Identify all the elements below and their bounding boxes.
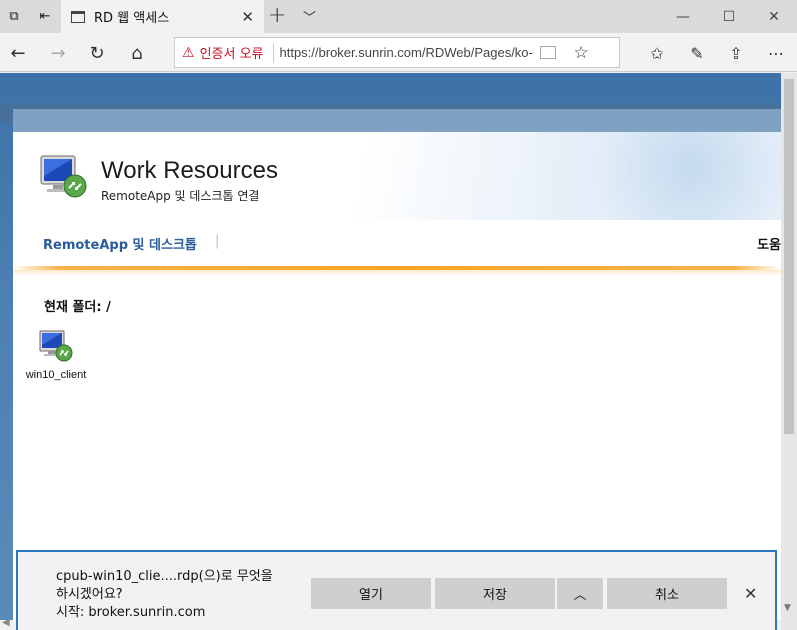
pen-icon[interactable]: ✎ — [683, 39, 711, 67]
rd-web-page: Work Resources RemoteApp 및 데스크톱 연결 Remot… — [13, 132, 781, 620]
window-close-icon[interactable]: ✕ — [751, 0, 797, 33]
remoteapp-desktops-link[interactable]: RemoteApp 및 데스크톱 — [43, 234, 197, 253]
scroll-down-icon[interactable]: ▼ — [784, 603, 791, 613]
download-message: cpub-win10_clie....rdp(으)로 무엇을 하시겠어요? 시작… — [56, 568, 306, 622]
favorite-star-icon[interactable]: ☆ — [574, 43, 589, 63]
page-nav: RemoteApp 및 데스크톱 | 도움 — [13, 220, 781, 266]
maximize-icon[interactable]: ☐ — [706, 0, 752, 33]
navigation-bar: ← → ↻ ⌂ ⚠ 인증서 오류 https://broker.sunrin.c… — [0, 33, 797, 72]
more-icon[interactable]: ⋯ — [762, 39, 790, 67]
forward-icon[interactable]: → — [44, 39, 72, 67]
tab-title: RD 웹 액세스 — [94, 11, 170, 26]
warning-icon[interactable]: ⚠ — [182, 45, 195, 61]
reading-view-icon[interactable] — [539, 46, 556, 59]
current-folder: 현재 폴더: / — [44, 300, 111, 315]
page-subtitle: RemoteApp 및 데스크톱 연결 — [101, 189, 260, 203]
favorites-icon[interactable]: ✩ — [643, 39, 671, 67]
url-text[interactable]: https://broker.sunrin.com/RDWeb/Pages/ko… — [280, 45, 534, 60]
save-button[interactable]: 저장 — [435, 578, 555, 609]
tab-bar: ⧉ ⇤ RD 웹 액세스 ✕ + ﹀ — ☐ ✕ — [0, 0, 797, 33]
resource-label[interactable]: win10_client — [26, 369, 87, 381]
save-options-chevron-icon[interactable]: ︿ — [557, 578, 603, 609]
remote-desktop-logo-icon — [40, 155, 87, 198]
refresh-icon[interactable]: ↻ — [83, 39, 111, 67]
page-title: Work Resources — [101, 157, 278, 184]
scroll-left-icon[interactable]: ◀ — [2, 617, 10, 628]
certificate-error[interactable]: 인증서 오류 — [200, 43, 264, 62]
download-source: 시작: broker.sunrin.com — [56, 605, 206, 620]
home-icon[interactable]: ⌂ — [123, 39, 151, 67]
globe-graphic — [481, 132, 781, 220]
tab-close-icon[interactable]: ✕ — [241, 8, 254, 26]
header-divider-glow — [13, 270, 781, 276]
close-icon[interactable]: ✕ — [744, 584, 757, 603]
chevron-down-icon[interactable]: ﹀ — [303, 7, 316, 26]
set-aside-tabs-icon[interactable]: ⇤ — [31, 0, 59, 33]
cancel-button[interactable]: 취소 — [607, 578, 727, 609]
address-bar[interactable]: ⚠ 인증서 오류 https://broker.sunrin.com/RDWeb… — [174, 37, 620, 68]
address-divider — [272, 42, 274, 63]
page-viewport: Work Resources RemoteApp 및 데스크톱 연결 Remot… — [0, 73, 781, 620]
scrollbar-thumb[interactable] — [784, 79, 794, 434]
page-top-strip — [13, 109, 781, 132]
share-icon[interactable]: ⇪ — [722, 39, 750, 67]
help-link[interactable]: 도움 — [757, 234, 781, 253]
vertical-scrollbar[interactable]: ▼ — [781, 73, 797, 630]
new-tab-icon[interactable]: + — [268, 3, 286, 28]
nav-separator: | — [215, 234, 220, 249]
page-header: Work Resources RemoteApp 및 데스크톱 연결 — [13, 132, 781, 220]
minimize-icon[interactable]: — — [660, 0, 706, 33]
resource-win10-client[interactable]: win10_client — [23, 329, 89, 381]
download-bar: cpub-win10_clie....rdp(으)로 무엇을 하시겠어요? 시작… — [16, 550, 777, 630]
page-icon — [71, 10, 85, 23]
download-message-line2: 하시겠어요? — [56, 587, 123, 602]
remote-desktop-icon[interactable] — [39, 329, 73, 363]
back-icon[interactable]: ← — [4, 39, 32, 67]
tab-rd-web-access[interactable]: RD 웹 액세스 ✕ — [61, 0, 264, 33]
download-message-line1: cpub-win10_clie....rdp(으)로 무엇을 — [56, 569, 273, 584]
tab-preview-icon[interactable]: ⧉ — [0, 0, 28, 33]
open-button[interactable]: 열기 — [311, 578, 431, 609]
